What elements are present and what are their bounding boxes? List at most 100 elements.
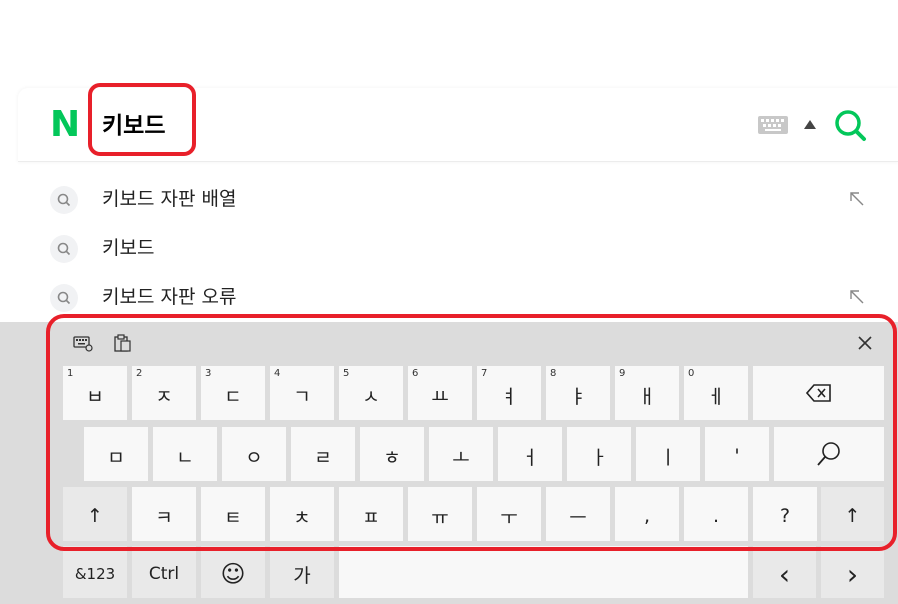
arrow-left-key[interactable]: ‹ [753, 546, 816, 598]
key-row3-8[interactable]: , [615, 487, 679, 541]
arrow-up-left-icon[interactable] [849, 289, 865, 305]
key-label: ? [779, 505, 791, 527]
key-label: ㅈ [155, 385, 173, 408]
key-label: ㅜ [500, 506, 518, 529]
suggestion-search-icon [50, 186, 78, 214]
keyboard-settings-icon[interactable] [73, 334, 93, 352]
key-label: ㅑ [569, 385, 587, 408]
clipboard-icon[interactable] [113, 334, 133, 352]
key-label: , [643, 505, 651, 527]
close-icon[interactable] [856, 334, 874, 352]
key-number-hint: 7 [481, 368, 488, 379]
key-label: ' [734, 445, 740, 467]
key-row3-6[interactable]: ㅜ [477, 487, 541, 541]
key-number-hint: 8 [550, 368, 557, 379]
key-label: ㅗ [452, 446, 470, 469]
suggestion-text: 키보드 [102, 237, 155, 259]
language-key[interactable]: 가 [270, 546, 334, 598]
ctrl-key[interactable]: Ctrl [132, 546, 196, 598]
key-row3-7[interactable]: ㅡ [546, 487, 610, 541]
key-label: ㅠ [431, 506, 449, 529]
key-row2-3[interactable]: ㄹ [291, 427, 355, 481]
key-row1-8[interactable]: 9ㅐ [615, 366, 679, 420]
symbols-key[interactable]: &123 [63, 546, 127, 598]
key-row3-9[interactable]: . [684, 487, 748, 541]
key-row2-1[interactable]: ㄴ [153, 427, 217, 481]
key-row2-0[interactable]: ㅁ [84, 427, 148, 481]
key-label: ㅁ [107, 446, 125, 469]
key-row3-2[interactable]: ㅌ [201, 487, 265, 541]
key-label: ㅓ [521, 446, 539, 469]
key-label: ㄴ [176, 446, 194, 469]
key-label: 가 [293, 564, 311, 587]
key-row1-9[interactable]: 0ㅔ [684, 366, 748, 420]
key-number-hint: 0 [688, 368, 695, 379]
key-number-hint: 1 [67, 368, 74, 379]
dropdown-up-icon[interactable] [804, 120, 816, 129]
suggestion-item[interactable]: 키보드 자판 배열 [18, 175, 898, 223]
search-input[interactable]: 키보드 [102, 110, 165, 142]
key-row2-6[interactable]: ㅓ [498, 427, 562, 481]
search-box: N 키보드 [18, 88, 898, 162]
key-row1-6[interactable]: 7ㅕ [477, 366, 541, 420]
key-row2-4[interactable]: ㅎ [360, 427, 424, 481]
key-row2-9[interactable]: ' [705, 427, 769, 481]
key-number-hint: 9 [619, 368, 626, 379]
suggestion-item[interactable]: 키보드 자판 오류 [18, 273, 898, 321]
key-label: ↑ [844, 505, 861, 527]
suggestion-text: 키보드 자판 배열 [102, 188, 237, 210]
space-key[interactable] [339, 546, 748, 598]
key-row2-5[interactable]: ㅗ [429, 427, 493, 481]
key-row3-5[interactable]: ㅠ [408, 487, 472, 541]
key-row1-1[interactable]: 2ㅈ [132, 366, 196, 420]
suggestion-item[interactable]: 키보드 [18, 224, 898, 272]
search-icon[interactable] [833, 108, 867, 142]
key-row3-4[interactable]: ㅍ [339, 487, 403, 541]
search-key[interactable] [774, 427, 884, 481]
backspace-key[interactable] [753, 366, 884, 420]
key-row1-3[interactable]: 4ㄱ [270, 366, 334, 420]
suggestion-search-icon [50, 284, 78, 312]
keyboard-icon[interactable] [758, 116, 788, 134]
key-label: ㅔ [707, 385, 725, 408]
key-label: ㅣ [659, 446, 677, 469]
emoji-key[interactable]: ☺ [201, 546, 265, 598]
key-label: ㅂ [86, 385, 104, 408]
shift-right-key[interactable]: ↑ [821, 487, 884, 541]
arrow-right-key[interactable]: › [821, 546, 884, 598]
key-label: ㅏ [590, 446, 608, 469]
key-row3-1[interactable]: ㅋ [132, 487, 196, 541]
key-number-hint: 4 [274, 368, 281, 379]
key-label: › [846, 557, 859, 591]
key-label: ㅐ [638, 385, 656, 408]
shift-left-key[interactable]: ↑ [63, 487, 127, 541]
key-row2-2[interactable]: ㅇ [222, 427, 286, 481]
key-label: ‹ [778, 557, 791, 591]
key-label: ㅇ [245, 446, 263, 469]
key-row1-2[interactable]: 3ㄷ [201, 366, 265, 420]
key-row3-3[interactable]: ㅊ [270, 487, 334, 541]
key-label: ㅎ [383, 446, 401, 469]
key-label: ㄹ [314, 446, 332, 469]
key-row1-0[interactable]: 1ㅂ [63, 366, 127, 420]
key-number-hint: 6 [412, 368, 419, 379]
naver-logo[interactable]: N [50, 107, 80, 143]
arrow-up-left-icon[interactable] [849, 191, 865, 207]
key-row1-5[interactable]: 6ㅛ [408, 366, 472, 420]
key-label: ㅌ [224, 506, 242, 529]
key-number-hint: 2 [136, 368, 143, 379]
key-label: ㅡ [569, 506, 587, 529]
suggestion-search-icon [50, 235, 78, 263]
key-number-hint: 3 [205, 368, 212, 379]
key-row1-7[interactable]: 8ㅑ [546, 366, 610, 420]
key-row1-4[interactable]: 5ㅅ [339, 366, 403, 420]
key-label: ☺ [220, 560, 246, 588]
key-label: &123 [74, 565, 116, 583]
key-label: ㅋ [155, 506, 173, 529]
key-row2-7[interactable]: ㅏ [567, 427, 631, 481]
key-label: . [712, 505, 720, 527]
key-row3-10[interactable]: ? [753, 487, 817, 541]
key-label: ㅛ [431, 385, 449, 408]
key-row2-8[interactable]: ㅣ [636, 427, 700, 481]
backspace-icon [805, 384, 831, 402]
